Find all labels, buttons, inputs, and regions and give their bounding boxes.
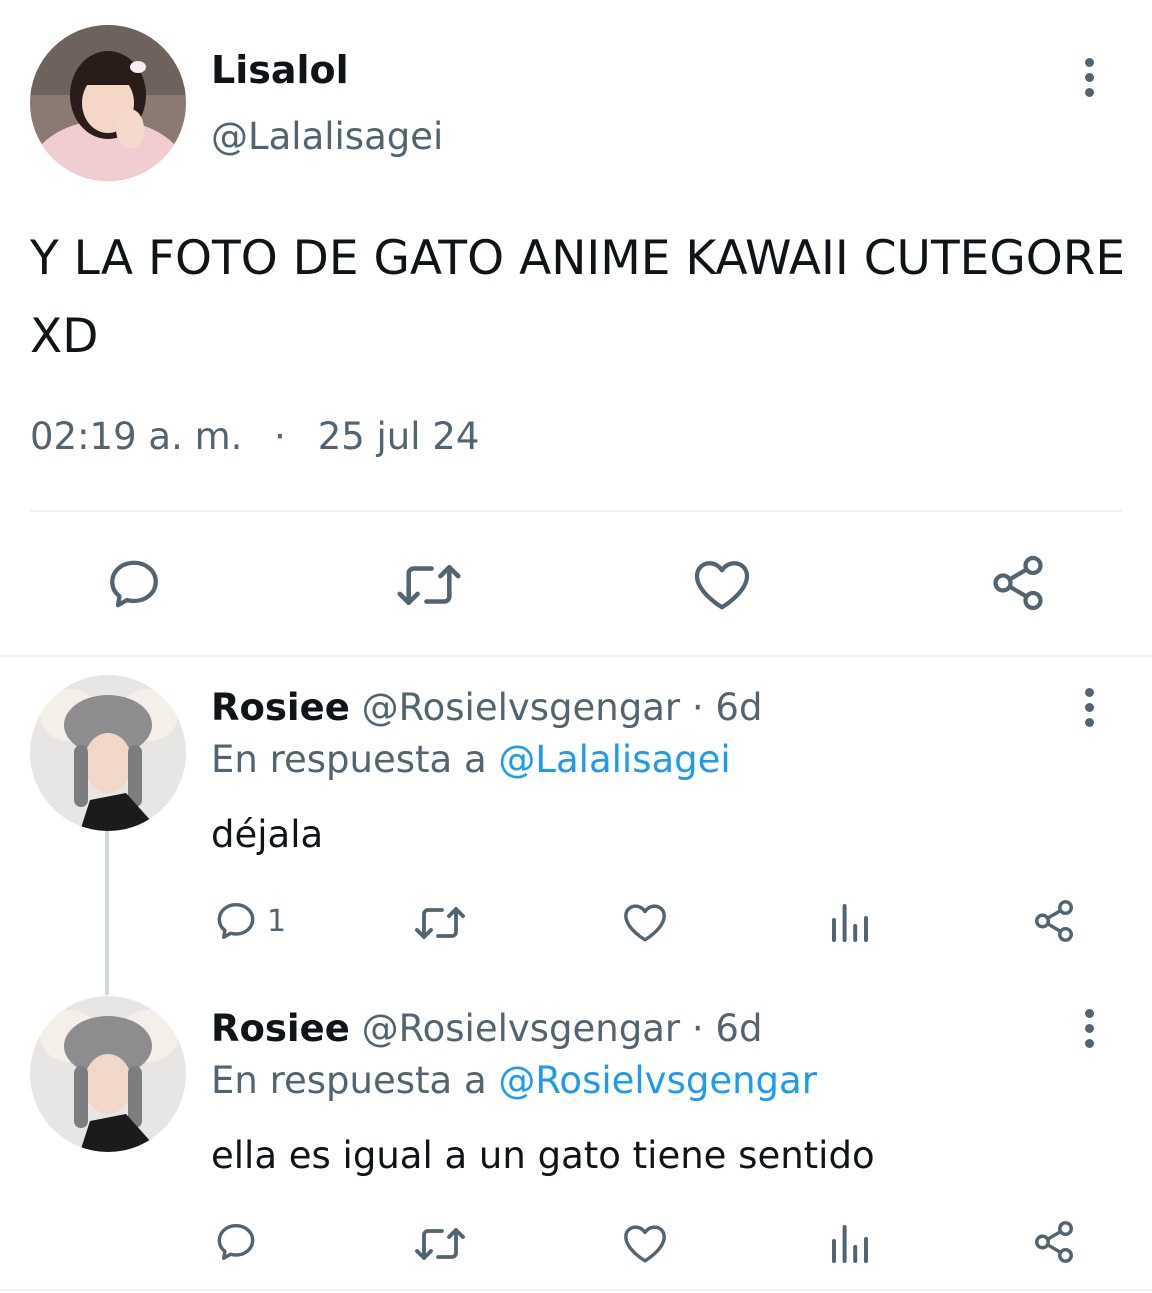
- avatar-rosiee-image: [30, 675, 186, 831]
- avatar-rosiee-2[interactable]: [30, 996, 186, 1152]
- main-timestamp: 02:19 a. m. · 25 jul 24: [30, 415, 479, 458]
- avatar-lisalol-image: [30, 25, 186, 181]
- reply1-reply-context: En respuesta a @Lalalisagei: [211, 738, 731, 781]
- reply2-text: ella es igual a un gato tiene sentido: [211, 1134, 875, 1177]
- reply1-like-button[interactable]: [622, 900, 668, 944]
- main-separator: ·: [274, 415, 286, 458]
- like-icon: [624, 1225, 666, 1263]
- like-icon: [694, 561, 750, 610]
- views-chart-icon: [832, 904, 868, 942]
- main-handle[interactable]: @Lalalisagei: [211, 115, 443, 158]
- reply-icon: [217, 1223, 255, 1261]
- retweet-icon: [397, 564, 461, 606]
- reply2-display-name[interactable]: Rosiee: [211, 1007, 350, 1050]
- views-chart-icon: [832, 1225, 868, 1263]
- reply1-reply-handle-link[interactable]: @Lalalisagei: [498, 738, 730, 781]
- reply2-header: Rosiee @Rosielvsgengar · 6d: [211, 1007, 762, 1050]
- reply1-reply-count: 1: [267, 903, 287, 939]
- reply2-handle[interactable]: @Rosielvsgengar: [362, 1007, 681, 1050]
- reply1-text: déjala: [211, 813, 324, 856]
- reply2-share-button[interactable]: [1031, 1219, 1077, 1265]
- bottom-divider: [0, 1289, 1152, 1291]
- share-icon: [1035, 1221, 1073, 1263]
- main-divider: [30, 510, 1122, 512]
- main-date: 25 jul 24: [317, 415, 480, 458]
- main-display-name[interactable]: Lisalol: [211, 48, 349, 92]
- reply1-share-button[interactable]: [1031, 898, 1077, 944]
- avatar-rosiee-1[interactable]: [30, 675, 186, 831]
- main-more-options-icon[interactable]: [1082, 58, 1096, 97]
- reply2-age: · 6d: [691, 1007, 763, 1050]
- like-icon: [624, 904, 666, 942]
- reply2-like-button[interactable]: [622, 1221, 668, 1265]
- reply1-handle[interactable]: @Rosielvsgengar: [362, 686, 681, 729]
- reply2-reply-handle-link[interactable]: @Rosielvsgengar: [498, 1059, 817, 1102]
- retweet-icon: [415, 1228, 465, 1260]
- avatar-lisalol[interactable]: [30, 25, 186, 181]
- reply1-retweet-button[interactable]: [414, 901, 466, 945]
- main-tweet-text: Y LA FOTO DE GATO ANIME KAWAII CUTEGORE …: [30, 231, 1126, 364]
- reply2-retweet-button[interactable]: [414, 1222, 466, 1266]
- share-icon: [993, 555, 1043, 611]
- reply1-header: Rosiee @Rosielvsgengar · 6d: [211, 686, 762, 729]
- section-divider: [0, 655, 1152, 657]
- main-like-button[interactable]: [692, 556, 752, 612]
- retweet-icon: [415, 907, 465, 939]
- reply2-reply-prefix: En respuesta a: [211, 1059, 487, 1102]
- main-share-button[interactable]: [988, 553, 1048, 613]
- reply-icon: [217, 902, 255, 940]
- reply1-age: · 6d: [691, 686, 763, 729]
- share-icon: [1035, 900, 1073, 942]
- reply1-reply-button[interactable]: 1: [213, 898, 286, 944]
- thread-line: [105, 830, 109, 995]
- reply2-reply-context: En respuesta a @Rosielvsgengar: [211, 1059, 817, 1102]
- main-time: 02:19 a. m.: [30, 415, 243, 458]
- reply1-reply-prefix: En respuesta a: [211, 738, 487, 781]
- main-retweet-button[interactable]: [396, 557, 462, 613]
- main-reply-button[interactable]: [104, 554, 164, 614]
- reply1-display-name[interactable]: Rosiee: [211, 686, 350, 729]
- reply1-views-button[interactable]: [829, 900, 871, 944]
- reply2-views-button[interactable]: [829, 1221, 871, 1265]
- reply2-reply-button[interactable]: [213, 1219, 259, 1265]
- reply1-more-options-icon[interactable]: [1082, 688, 1096, 727]
- reply2-more-options-icon[interactable]: [1082, 1009, 1096, 1048]
- reply-icon: [110, 560, 158, 608]
- avatar-rosiee-image: [30, 996, 186, 1152]
